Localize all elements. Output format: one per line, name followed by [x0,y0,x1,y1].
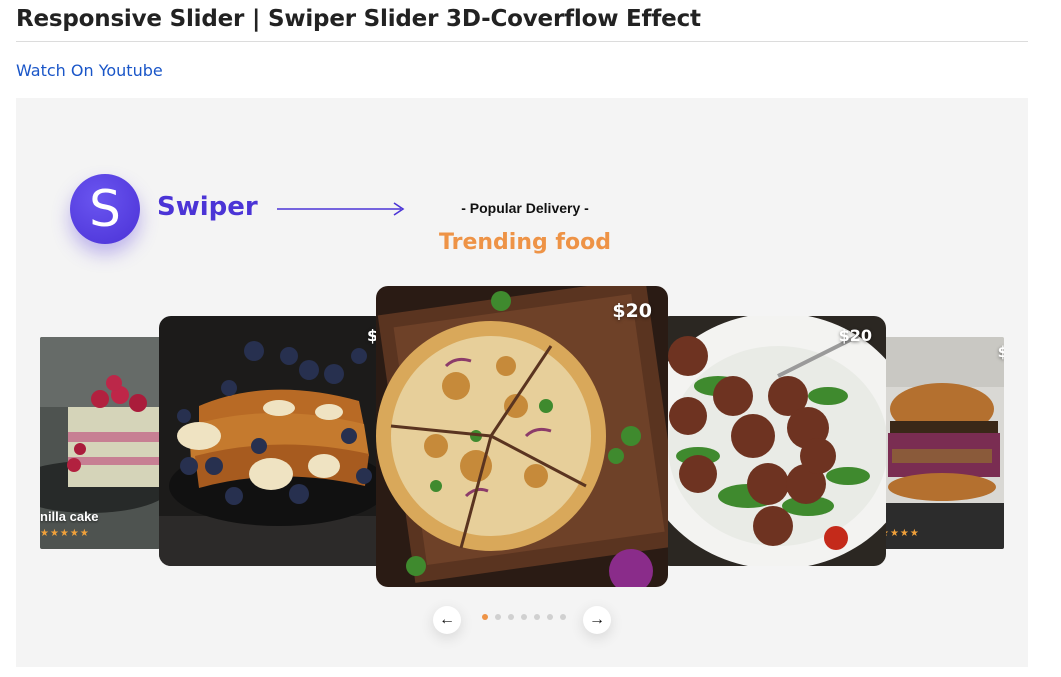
pagination-dot[interactable] [508,614,514,620]
pagination-dot[interactable] [482,614,488,620]
section-tagline: - Popular Delivery - [461,200,589,216]
watch-on-youtube-link[interactable]: Watch On Youtube [16,61,163,80]
slider-demo-panel: S Swiper - Popular Delivery - Trending f… [16,98,1028,667]
pagination-dot[interactable] [534,614,540,620]
slide-burger[interactable]: $ r ★★★★ [880,337,1004,549]
slide-price: $20 [838,326,872,345]
slider-pagination [482,614,566,620]
title-divider [16,41,1028,42]
pagination-dot[interactable] [560,614,566,620]
meatballs-photo [658,316,886,566]
slide-name: nilla cake [40,509,99,524]
slider-next-button[interactable]: → [583,606,611,634]
pagination-dot[interactable] [495,614,501,620]
star-rating: ★★★★★ [40,528,90,539]
arrow-right-icon: → [589,611,605,628]
slide-french-toast[interactable]: $ [159,316,387,566]
pagination-dot[interactable] [547,614,553,620]
slide-meatballs[interactable]: $20 [658,316,886,566]
french-toast-photo [159,316,387,566]
pizza-photo [376,286,668,587]
section-heading: Trending food [439,230,611,255]
slider-prev-button[interactable]: ← [433,606,461,634]
arrow-left-icon: ← [439,611,455,628]
slide-vanilla-cake[interactable]: nilla cake ★★★★★ [40,337,160,549]
slide-price: $20 [612,300,652,322]
page-title: Responsive Slider | Swiper Slider 3D-Cov… [16,6,701,32]
slide-pizza[interactable]: $20 [376,286,668,587]
slide-price: $ [997,343,1004,361]
burger-photo [880,337,1004,549]
pagination-dot[interactable] [521,614,527,620]
